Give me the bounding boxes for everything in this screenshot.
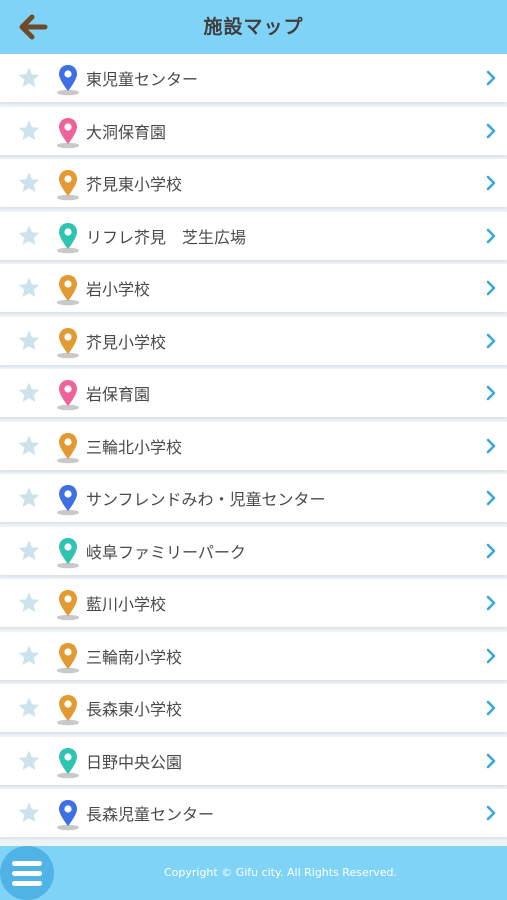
chevron-right-icon <box>486 385 496 401</box>
favorite-star-icon[interactable] <box>17 801 41 825</box>
facility-row[interactable]: 長森児童センター <box>0 789 507 837</box>
facility-name: 岐阜ファミリーパーク <box>86 542 246 562</box>
facility-row[interactable]: 三輪南小学校 <box>0 631 507 680</box>
app-header: 施設マップ <box>0 0 507 54</box>
favorite-star-icon[interactable] <box>17 591 41 615</box>
map-pin-icon <box>57 695 79 726</box>
facility-name: 三輪北小学校 <box>86 437 183 457</box>
favorite-star-icon[interactable] <box>17 224 41 248</box>
favorite-star-icon[interactable] <box>17 171 41 195</box>
map-pin-icon <box>57 275 79 306</box>
facility-row[interactable]: 大洞保育園 <box>0 106 507 155</box>
facility-row[interactable]: 長森東小学校 <box>0 684 507 732</box>
hamburger-menu-icon[interactable] <box>0 846 54 900</box>
map-pin-icon <box>57 485 79 516</box>
favorite-star-icon[interactable] <box>17 119 41 143</box>
facility-row[interactable]: 東児童センター <box>0 54 507 102</box>
facility-name: サンフレンドみわ・児童センター <box>86 490 326 509</box>
map-pin-icon <box>57 117 79 148</box>
map-pin-icon <box>57 380 79 411</box>
favorite-star-icon[interactable] <box>17 696 41 720</box>
chevron-right-icon <box>486 700 496 716</box>
facility-name: 大洞保育園 <box>86 122 167 142</box>
chevron-right-icon <box>486 123 496 138</box>
facility-name: 三輪南小学校 <box>86 647 183 667</box>
facility-name: 日野中央公園 <box>86 752 183 772</box>
chevron-right-icon <box>486 70 496 86</box>
facility-row[interactable]: 岐阜ファミリーパーク <box>0 526 507 575</box>
facility-name: 岩保育園 <box>86 385 151 404</box>
chevron-right-icon <box>486 805 496 821</box>
facility-row[interactable]: 日野中央公園 <box>0 736 507 785</box>
favorite-star-icon[interactable] <box>17 66 41 90</box>
map-pin-icon <box>57 327 79 358</box>
chevron-right-icon <box>486 490 496 506</box>
chevron-right-icon <box>486 543 496 558</box>
chevron-right-icon <box>486 333 496 348</box>
facility-name: 長森児童センター <box>86 805 215 824</box>
facility-name: リフレ芥見 芝生広場 <box>86 227 247 247</box>
facility-row[interactable]: 岩保育園 <box>0 369 507 417</box>
favorite-star-icon[interactable] <box>17 434 41 458</box>
map-pin-icon <box>57 65 79 96</box>
map-pin-icon <box>57 590 79 621</box>
chevron-right-icon <box>486 648 496 663</box>
favorite-star-icon[interactable] <box>17 329 41 353</box>
chevron-right-icon <box>486 595 496 611</box>
facility-name: 岩小学校 <box>86 280 151 299</box>
favorite-star-icon[interactable] <box>17 644 41 668</box>
map-pin-icon <box>57 747 79 778</box>
app-footer: Copyright © Gifu city. All Rights Reserv… <box>0 846 507 900</box>
facility-name: 東児童センター <box>86 70 199 89</box>
chevron-right-icon <box>486 280 496 296</box>
facility-row[interactable]: サンフレンドみわ・児童センター <box>0 474 507 522</box>
map-pin-icon <box>57 800 79 831</box>
facility-name: 藍川小学校 <box>86 595 167 614</box>
favorite-star-icon[interactable] <box>17 539 41 563</box>
favorite-star-icon[interactable] <box>17 276 41 300</box>
chevron-right-icon <box>486 438 496 453</box>
map-pin-icon <box>57 170 79 201</box>
chevron-right-icon <box>486 753 496 768</box>
facility-name: 長森東小学校 <box>86 700 183 719</box>
favorite-star-icon[interactable] <box>17 749 41 773</box>
facility-row[interactable]: 芥見東小学校 <box>0 159 507 207</box>
facility-row[interactable]: リフレ芥見 芝生広場 <box>0 211 507 260</box>
facility-row[interactable]: 岩小学校 <box>0 264 507 312</box>
map-pin-icon <box>57 222 79 253</box>
facility-row[interactable]: 三輪北小学校 <box>0 421 507 470</box>
map-pin-icon <box>57 537 79 568</box>
facility-list: 東児童センター 大洞保育園芥見東小学校リフレ芥見 芝生広場 岩小学校芥見小学校岩保育… <box>0 54 507 842</box>
map-pin-icon <box>57 432 79 463</box>
facility-name: 芥見小学校 <box>86 332 167 352</box>
map-pin-icon <box>57 642 79 673</box>
facility-name: 芥見東小学校 <box>86 175 183 194</box>
favorite-star-icon[interactable] <box>17 486 41 510</box>
facility-row[interactable]: 藍川小学校 <box>0 579 507 627</box>
copyright-text: Copyright © Gifu city. All Rights Reserv… <box>163 866 398 879</box>
chevron-right-icon <box>486 175 496 191</box>
page-title: 施設マップ <box>203 16 304 38</box>
favorite-star-icon[interactable] <box>17 381 41 405</box>
facility-row[interactable]: 芥見小学校 <box>0 316 507 365</box>
chevron-right-icon <box>486 228 496 243</box>
